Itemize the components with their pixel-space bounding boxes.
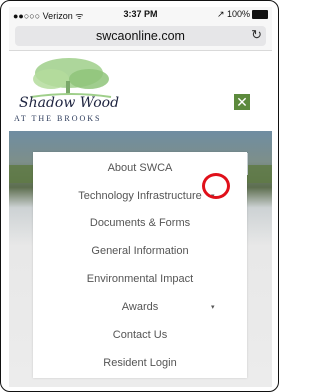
screen: ●●○○○ Verizon ᯤ 3:37 PM ↗ 100% swcaonlin… xyxy=(9,7,272,387)
nav-item-label: Documents & Forms xyxy=(89,217,191,229)
phone-frame: ●●○○○ Verizon ᯤ 3:37 PM ↗ 100% swcaonlin… xyxy=(0,0,279,392)
battery-icon xyxy=(252,10,268,19)
nav-item-label: Contact Us xyxy=(112,329,168,341)
address-bar[interactable]: swcaonline.com ↻ xyxy=(15,26,266,46)
chevron-down-icon[interactable]: ▾ xyxy=(211,303,215,311)
logo-subtitle: AT THE BROOKS xyxy=(14,114,102,123)
battery-percent: ↗ 100% xyxy=(216,9,250,19)
tree-icon xyxy=(30,58,112,98)
nav-item-label: General Information xyxy=(91,245,189,257)
logo-script: Shadow Wood xyxy=(19,95,119,111)
nav-item-label: Technology Infrastructure xyxy=(78,190,202,202)
nav-item-documents[interactable]: Documents & Forms xyxy=(33,212,247,234)
menu-close-button[interactable]: ✕ xyxy=(234,94,250,110)
browser-toolbar: swcaonline.com ↻ xyxy=(9,22,272,51)
nav-item-resident-login[interactable]: Resident Login xyxy=(33,352,247,374)
nav-item-label: About SWCA xyxy=(107,162,173,174)
close-icon: ✕ xyxy=(236,94,248,110)
highlight-circle xyxy=(202,173,230,199)
url-text: swcaonline.com xyxy=(96,29,185,43)
nav-item-environmental[interactable]: Environmental Impact xyxy=(33,268,247,290)
site-header: Shadow Wood AT THE BROOKS ✕ xyxy=(9,51,272,131)
nav-item-general[interactable]: General Information xyxy=(33,240,247,262)
nav-item-contact[interactable]: Contact Us xyxy=(33,324,247,346)
nav-item-label: Resident Login xyxy=(103,357,177,369)
nav-item-label: Environmental Impact xyxy=(86,273,194,285)
status-bar: ●●○○○ Verizon ᯤ 3:37 PM ↗ 100% xyxy=(9,7,272,22)
nav-item-label: Awards xyxy=(121,301,159,313)
reload-icon[interactable]: ↻ xyxy=(251,27,262,43)
